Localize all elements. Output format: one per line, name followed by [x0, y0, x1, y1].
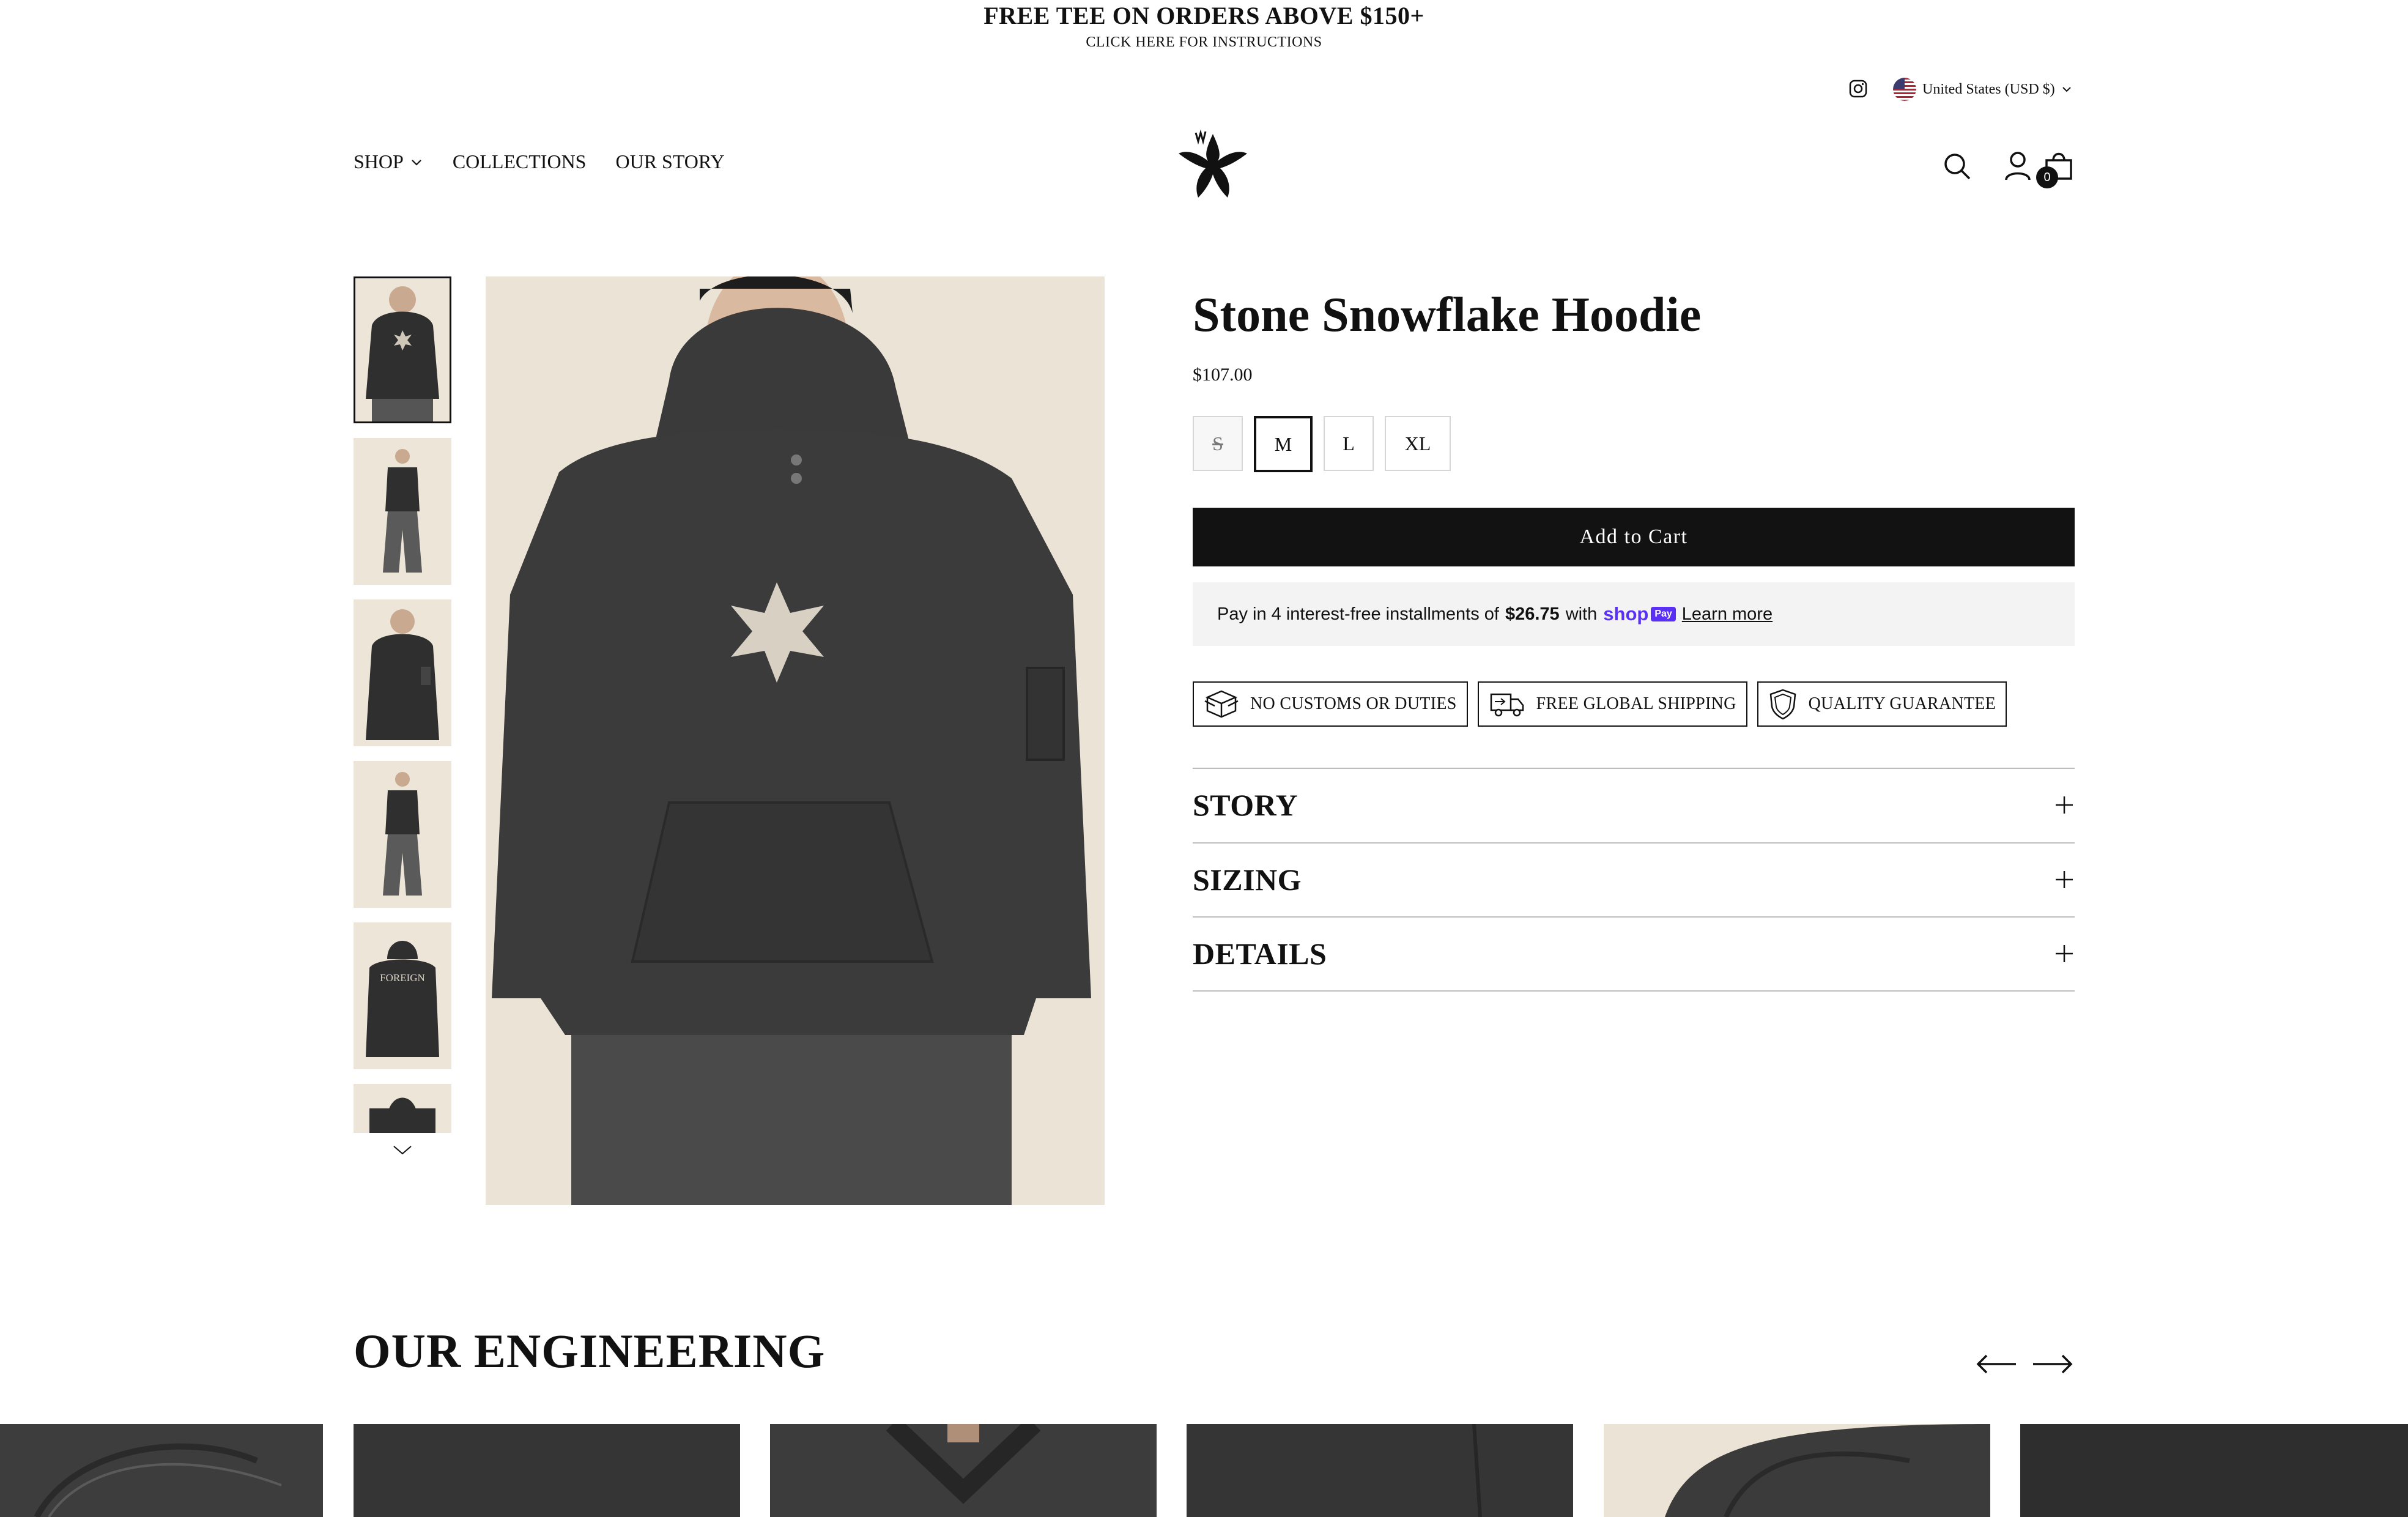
chevron-down-icon	[2062, 87, 2071, 92]
product-thumbnail-image: FOREIGN	[366, 941, 439, 1057]
announcement-title: FREE TEE ON ORDERS ABOVE $150+	[984, 2, 1424, 29]
back-print-text: FOREIGN	[380, 972, 425, 984]
size-option-l[interactable]: L	[1324, 416, 1374, 471]
product-thumbnail-image	[383, 772, 422, 896]
engineering-tile[interactable]	[1187, 1424, 1573, 1517]
shield-icon	[1769, 689, 1796, 720]
accordion-story-label: STORY	[1193, 788, 1298, 822]
cart-count-badge: 0	[2036, 166, 2058, 188]
engineering-tile[interactable]	[354, 1424, 740, 1517]
plus-icon	[2056, 796, 2073, 814]
thumbnail-back[interactable]: FOREIGN	[354, 922, 451, 1069]
shop-pay-brand: shop	[1603, 603, 1649, 625]
size-option-m[interactable]: M	[1254, 416, 1313, 472]
accordion-sizing[interactable]: SIZING	[1193, 842, 2075, 916]
size-selector: S M L XL	[1193, 416, 1451, 472]
main-nav: SHOP COLLECTIONS OUR STORY	[354, 150, 725, 173]
thumbnail-full-body-2[interactable]	[354, 761, 451, 908]
arrow-left-icon[interactable]	[1974, 1351, 2018, 1378]
shop-pay-text: Pay in 4 interest-free installments of	[1217, 604, 1499, 624]
product-thumbnail-image	[383, 449, 422, 573]
shop-pay-logo: shop Pay	[1603, 603, 1676, 625]
thumbnail-side[interactable]	[354, 599, 451, 746]
nav-our-story[interactable]: OUR STORY	[615, 150, 724, 173]
brand-logo[interactable]	[1173, 124, 1253, 204]
locale-label: United States (USD $)	[1922, 81, 2055, 97]
thumbnail-front[interactable]	[354, 276, 451, 423]
product-title: Stone Snowflake Hoodie	[1193, 288, 1702, 342]
accordion-details-label: DETAILS	[1193, 937, 1327, 971]
main-product-image[interactable]	[486, 276, 1105, 1205]
thumbnail-full-body-front[interactable]	[354, 438, 451, 585]
fabric-detail-image	[2020, 1424, 2408, 1517]
nav-shop-label: SHOP	[354, 150, 404, 172]
accordion-sizing-label: SIZING	[1193, 862, 1302, 897]
fabric-detail-image	[34, 1443, 282, 1517]
plus-icon	[2056, 945, 2073, 962]
shop-pay-amount: $26.75	[1505, 604, 1560, 624]
locale-selector[interactable]: United States (USD $)	[1893, 78, 2072, 101]
nav-collections-label: COLLECTIONS	[452, 150, 587, 172]
engineering-tile[interactable]	[1604, 1424, 1990, 1517]
fabric-detail-image	[1472, 1424, 1482, 1517]
announcement-link[interactable]: CLICK HERE FOR INSTRUCTIONS	[0, 34, 2408, 51]
accordion-details[interactable]: DETAILS	[1193, 916, 2075, 990]
section-title-engineering: OUR ENGINEERING	[354, 1324, 826, 1378]
badge-free-shipping-label: FREE GLOBAL SHIPPING	[1536, 694, 1736, 713]
chevron-down-icon	[412, 159, 421, 166]
product-price: $107.00	[1193, 365, 1253, 385]
trust-badges: NO CUSTOMS OR DUTIES FREE GLOBAL SHIPPIN…	[1193, 681, 2007, 727]
fabric-detail-image	[1665, 1424, 1990, 1517]
fabric-detail-image	[354, 1424, 740, 1517]
size-option-xl[interactable]: XL	[1385, 416, 1451, 471]
engineering-tile[interactable]	[770, 1424, 1157, 1517]
badge-quality: QUALITY GUARANTEE	[1757, 681, 2007, 727]
box-icon	[1204, 690, 1239, 718]
add-to-cart-button[interactable]: Add to Cart	[1193, 508, 2075, 566]
badge-free-shipping: FREE GLOBAL SHIPPING	[1477, 681, 1747, 727]
badge-quality-label: QUALITY GUARANTEE	[1808, 694, 1996, 713]
shop-pay-pill: Pay	[1651, 607, 1676, 621]
instagram-icon[interactable]	[1849, 80, 1867, 98]
shop-pay-banner: Pay in 4 interest-free installments of $…	[1193, 582, 2075, 646]
learn-more-link[interactable]: Learn more	[1682, 604, 1773, 625]
us-flag-icon	[1893, 78, 1916, 101]
accordion-divider	[1193, 990, 2075, 992]
thumbnail-back-detail[interactable]	[354, 1084, 451, 1133]
badge-no-customs: NO CUSTOMS OR DUTIES	[1193, 681, 1468, 727]
shop-pay-with: with	[1565, 604, 1598, 624]
product-thumbnail-image	[369, 1097, 435, 1133]
search-icon[interactable]	[1943, 152, 1972, 181]
nav-shop[interactable]: SHOP	[354, 150, 423, 173]
engineering-tile[interactable]	[0, 1424, 323, 1517]
hoodie-photo	[486, 276, 1105, 1205]
thumbnail-scroll-down-icon[interactable]	[391, 1143, 413, 1157]
plus-icon	[2056, 871, 2073, 888]
truck-icon	[1490, 693, 1524, 717]
fabric-detail-image	[886, 1424, 1041, 1504]
nav-our-story-label: OUR STORY	[615, 150, 725, 172]
badge-no-customs-label: NO CUSTOMS OR DUTIES	[1250, 694, 1457, 713]
arrow-right-icon[interactable]	[2031, 1351, 2075, 1378]
engineering-tile[interactable]	[2020, 1424, 2408, 1517]
product-thumbnail-image	[366, 286, 439, 423]
product-thumbnail-image	[366, 609, 439, 740]
account-icon[interactable]	[2004, 150, 2032, 181]
accordion-story[interactable]: STORY	[1193, 768, 2075, 841]
nav-collections[interactable]: COLLECTIONS	[453, 150, 587, 173]
size-option-s[interactable]: S	[1193, 416, 1243, 471]
